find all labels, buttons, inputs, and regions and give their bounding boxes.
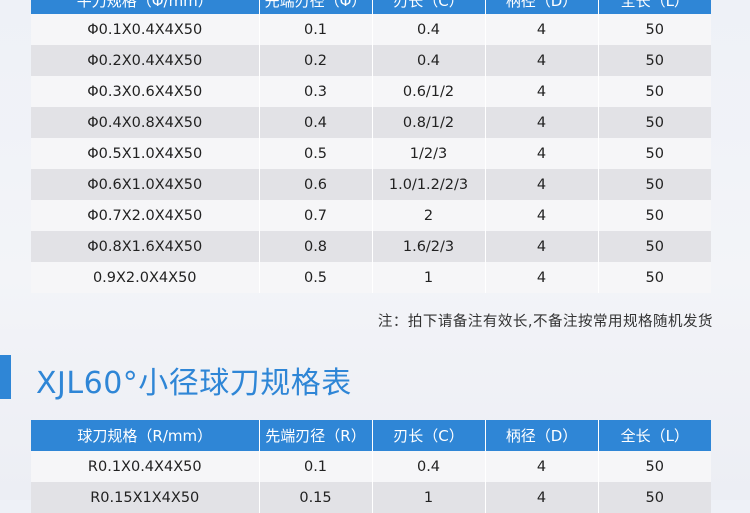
cell-tip-diameter: 0.7 <box>259 200 373 231</box>
table-header-row: 球刀规格（R/mm） 先端刃径（R） 刃长（C） 柄径（D） 全长（L） <box>31 420 711 451</box>
cell-total-length: 50 <box>598 200 711 231</box>
cell-tip-diameter: 0.5 <box>259 138 373 169</box>
header-total-length: 全长（L） <box>598 0 711 14</box>
cell-tip-diameter: 0.2 <box>259 45 373 76</box>
cell-spec: R0.15X1X4X50 <box>31 482 260 513</box>
cell-tip-diameter: 0.8 <box>259 231 373 262</box>
cell-blade-length: 1 <box>372 482 486 513</box>
cell-total-length: 50 <box>598 169 711 200</box>
cell-blade-length: 1.6/2/3 <box>372 231 486 262</box>
order-note: 注：拍下请备注有效长,不备注按常用规格随机发货 <box>377 314 713 330</box>
cell-blade-length: 0.4 <box>372 45 486 76</box>
cell-tip-diameter: 0.1 <box>259 14 373 45</box>
table-row: Φ0.7X2.0X4X50 0.7 2 4 50 <box>31 200 711 231</box>
cell-spec: 0.9X2.0X4X50 <box>31 262 260 293</box>
cell-shank-diameter: 4 <box>485 169 599 200</box>
cell-total-length: 50 <box>598 107 711 138</box>
cell-total-length: 50 <box>598 45 711 76</box>
table-row: Φ0.8X1.6X4X50 0.8 1.6/2/3 4 50 <box>31 231 711 262</box>
header-spec: 球刀规格（R/mm） <box>31 420 260 451</box>
flat-cutter-spec-table: 平刀规格（Φ/mm） 先端刃径（Φ） 刃长（C） 柄径（D） 全长（L） Φ0.… <box>31 0 711 293</box>
section-title: XJL60°小径球刀规格表 <box>36 366 352 401</box>
cell-shank-diameter: 4 <box>485 262 599 293</box>
table-row: Φ0.6X1.0X4X50 0.6 1.0/1.2/2/3 4 50 <box>31 169 711 200</box>
cell-shank-diameter: 4 <box>485 76 599 107</box>
header-tip-radius: 先端刃径（R） <box>259 420 373 451</box>
table-row: 0.9X2.0X4X50 0.5 1 4 50 <box>31 262 711 293</box>
table-row: R0.1X0.4X4X50 0.1 0.4 4 50 <box>31 451 711 482</box>
table-row: Φ0.4X0.8X4X50 0.4 0.8/1/2 4 50 <box>31 107 711 138</box>
cell-tip-radius: 0.15 <box>259 482 373 513</box>
cell-blade-length: 0.4 <box>372 451 486 482</box>
cell-shank-diameter: 4 <box>485 45 599 76</box>
cell-total-length: 50 <box>598 14 711 45</box>
cell-shank-diameter: 4 <box>485 138 599 169</box>
cell-total-length: 50 <box>598 482 711 513</box>
table-row: R0.15X1X4X50 0.15 1 4 50 <box>31 482 711 513</box>
table-row: Φ0.3X0.6X4X50 0.3 0.6/1/2 4 50 <box>31 76 711 107</box>
cell-blade-length: 0.6/1/2 <box>372 76 486 107</box>
header-blade-length: 刃长（C） <box>372 0 486 14</box>
cell-blade-length: 2 <box>372 200 486 231</box>
cell-total-length: 50 <box>598 76 711 107</box>
cell-tip-radius: 0.1 <box>259 451 373 482</box>
header-shank-diameter: 柄径（D） <box>485 0 599 14</box>
table-header-row: 平刀规格（Φ/mm） 先端刃径（Φ） 刃长（C） 柄径（D） 全长（L） <box>31 0 711 14</box>
header-blade-length: 刃长（C） <box>372 420 486 451</box>
ball-cutter-spec-table: 球刀规格（R/mm） 先端刃径（R） 刃长（C） 柄径（D） 全长（L） R0.… <box>31 420 711 513</box>
cell-shank-diameter: 4 <box>485 451 599 482</box>
table-row: Φ0.5X1.0X4X50 0.5 1/2/3 4 50 <box>31 138 711 169</box>
cell-total-length: 50 <box>598 262 711 293</box>
header-spec: 平刀规格（Φ/mm） <box>31 0 260 14</box>
cell-shank-diameter: 4 <box>485 14 599 45</box>
cell-shank-diameter: 4 <box>485 107 599 138</box>
cell-spec: Φ0.3X0.6X4X50 <box>31 76 260 107</box>
cell-total-length: 50 <box>598 451 711 482</box>
cell-blade-length: 1/2/3 <box>372 138 486 169</box>
cell-shank-diameter: 4 <box>485 200 599 231</box>
cell-shank-diameter: 4 <box>485 231 599 262</box>
cell-total-length: 50 <box>598 138 711 169</box>
cell-shank-diameter: 4 <box>485 482 599 513</box>
header-total-length: 全长（L） <box>598 420 711 451</box>
cell-tip-diameter: 0.3 <box>259 76 373 107</box>
cell-spec: Φ0.7X2.0X4X50 <box>31 200 260 231</box>
cell-spec: Φ0.8X1.6X4X50 <box>31 231 260 262</box>
cell-tip-diameter: 0.5 <box>259 262 373 293</box>
table-row: Φ0.1X0.4X4X50 0.1 0.4 4 50 <box>31 14 711 45</box>
cell-tip-diameter: 0.4 <box>259 107 373 138</box>
cell-spec: Φ0.2X0.4X4X50 <box>31 45 260 76</box>
header-tip-diameter: 先端刃径（Φ） <box>259 0 373 14</box>
cell-spec: Φ0.5X1.0X4X50 <box>31 138 260 169</box>
cell-blade-length: 0.8/1/2 <box>372 107 486 138</box>
section-accent-bar <box>0 355 11 399</box>
cell-spec: R0.1X0.4X4X50 <box>31 451 260 482</box>
cell-spec: Φ0.4X0.8X4X50 <box>31 107 260 138</box>
cell-blade-length: 1 <box>372 262 486 293</box>
table-row: Φ0.2X0.4X4X50 0.2 0.4 4 50 <box>31 45 711 76</box>
cell-total-length: 50 <box>598 231 711 262</box>
cell-spec: Φ0.1X0.4X4X50 <box>31 14 260 45</box>
cell-tip-diameter: 0.6 <box>259 169 373 200</box>
cell-blade-length: 0.4 <box>372 14 486 45</box>
header-shank-diameter: 柄径（D） <box>485 420 599 451</box>
cell-spec: Φ0.6X1.0X4X50 <box>31 169 260 200</box>
cell-blade-length: 1.0/1.2/2/3 <box>372 169 486 200</box>
